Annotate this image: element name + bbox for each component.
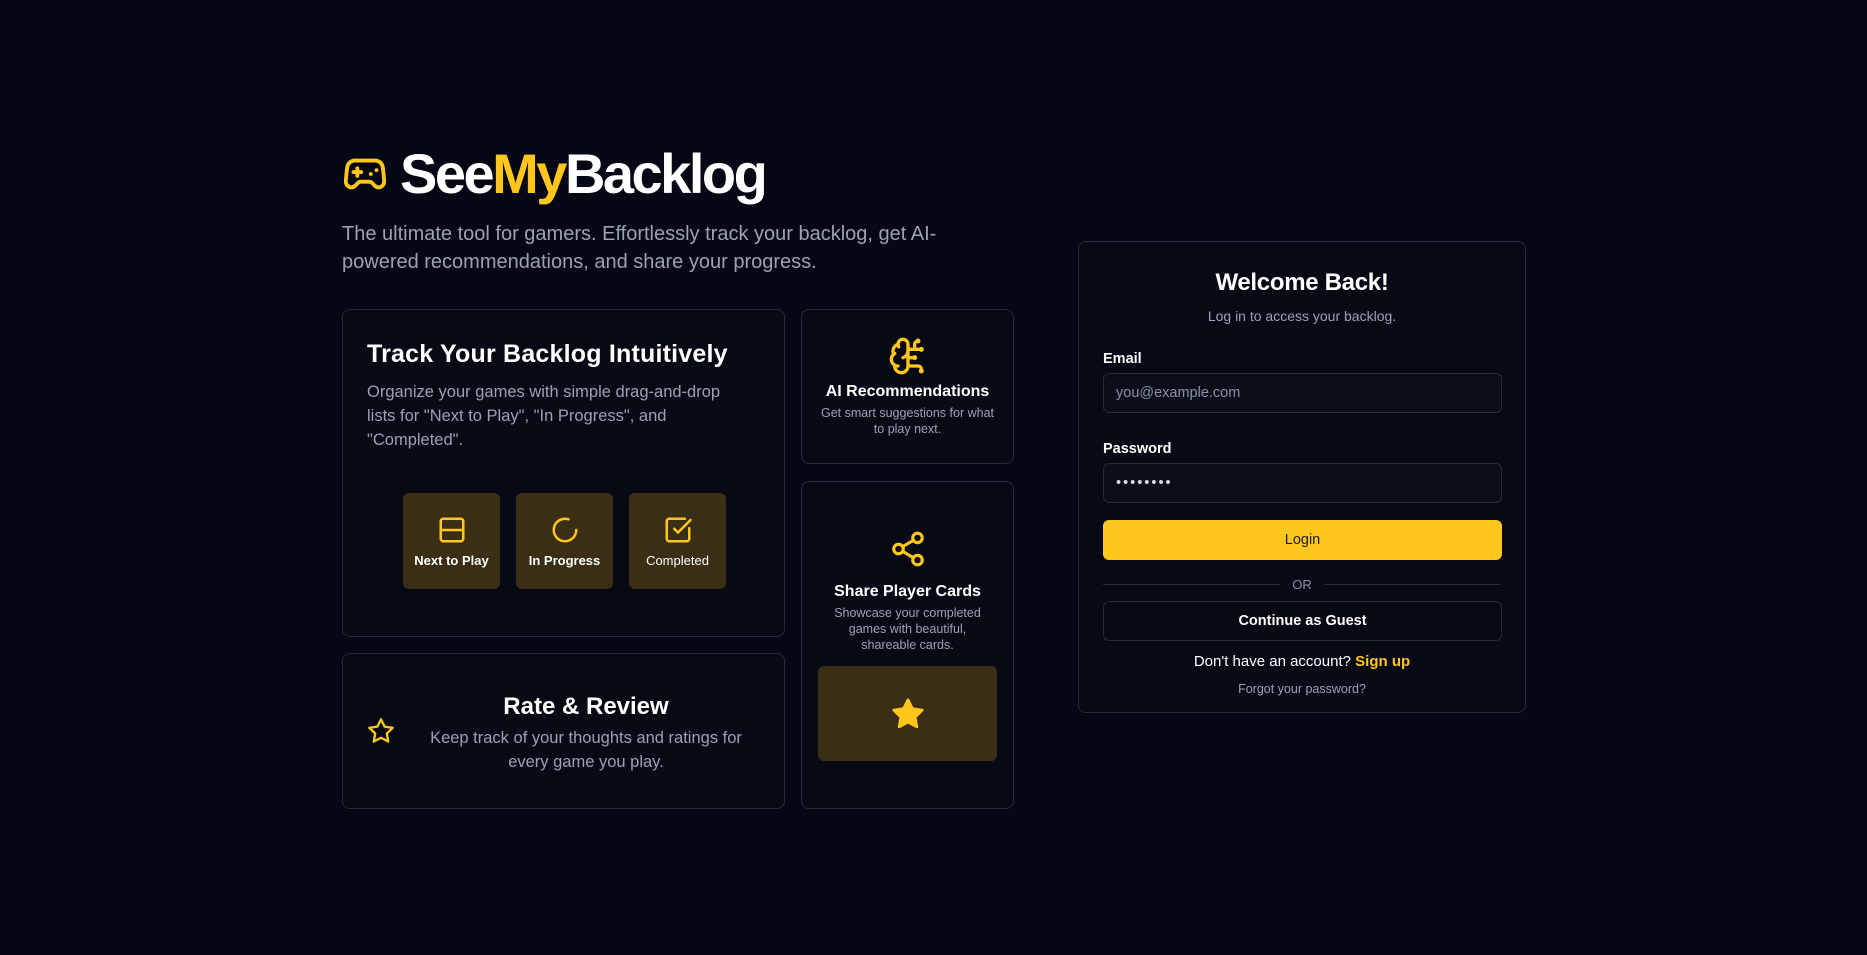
divider-text: OR	[1292, 576, 1312, 592]
email-label: Email	[1103, 351, 1142, 367]
list-tiles: Next to Play In Progress Completed	[403, 493, 726, 589]
feature-card-share: Share Player Cards Showcase your complet…	[801, 481, 1014, 809]
feature-card-rate: Rate & Review Keep track of your thought…	[342, 653, 785, 809]
landing-page: SeeMyBacklog The ultimate tool for gamer…	[0, 0, 1867, 955]
password-input[interactable]	[1103, 463, 1502, 503]
feature-card-ai: AI Recommendations Get smart suggestions…	[801, 309, 1014, 464]
player-card-preview	[818, 666, 997, 761]
tile-label: Completed	[646, 552, 709, 568]
layout-rows-icon	[437, 515, 467, 545]
login-panel: Welcome Back! Log in to access your back…	[1078, 241, 1526, 713]
tagline: The ultimate tool for gamers. Effortless…	[342, 223, 937, 273]
gamepad-icon	[342, 151, 388, 197]
feature-ai-title: AI Recommendations	[825, 383, 990, 400]
loader-circle-icon	[550, 515, 580, 545]
brand-title-backlog: Backlog	[564, 142, 768, 205]
login-title: Welcome Back!	[1215, 269, 1389, 296]
feature-ai-description: Get smart suggestions for what to play n…	[821, 406, 994, 436]
feature-share-title: Share Player Cards	[834, 583, 981, 600]
star-outline-icon	[367, 717, 395, 745]
feature-rate-description: Keep track of your thoughts and ratings …	[430, 729, 742, 771]
brand-header: SeeMyBacklog	[342, 142, 768, 206]
tile-label: Next to Play	[414, 552, 489, 568]
continue-as-guest-button[interactable]: Continue as Guest	[1103, 601, 1502, 641]
brand-title-see: See	[400, 142, 495, 205]
divider-line	[1103, 583, 1281, 585]
feature-track-title: Track Your Backlog Intuitively	[367, 340, 728, 368]
check-square-icon	[663, 515, 693, 545]
login-subtitle: Log in to access your backlog.	[1207, 308, 1397, 324]
feature-share-description: Showcase your completed games with beaut…	[834, 606, 981, 652]
feature-rate-title: Rate & Review	[503, 693, 669, 720]
brand-title-my: My	[492, 142, 567, 205]
password-label: Password	[1103, 441, 1172, 457]
share-icon	[889, 530, 927, 568]
signup-prompt: Don't have an account? Sign up	[1103, 653, 1501, 670]
email-input[interactable]	[1103, 373, 1502, 413]
login-button[interactable]: Login	[1103, 520, 1502, 560]
brain-circuit-icon	[888, 336, 928, 376]
or-divider: OR	[1103, 576, 1501, 592]
tile-next-to-play: Next to Play	[403, 493, 500, 589]
feature-rate-text: Rate & Review Keep track of your thought…	[413, 692, 759, 774]
signup-link[interactable]: Sign up	[1355, 653, 1410, 670]
tile-label: In Progress	[528, 552, 601, 568]
tile-in-progress: In Progress	[516, 493, 613, 589]
brand-title: SeeMyBacklog	[400, 142, 768, 206]
tile-completed: Completed	[629, 493, 726, 589]
forgot-password-link[interactable]: Forgot your password?	[1103, 682, 1501, 696]
divider-line	[1323, 583, 1501, 585]
star-filled-icon	[891, 697, 925, 731]
no-account-text: Don't have an account?	[1193, 653, 1351, 670]
feature-track-description: Organize your games with simple drag-and…	[367, 383, 721, 449]
feature-card-track: Track Your Backlog Intuitively Organize …	[342, 309, 785, 637]
